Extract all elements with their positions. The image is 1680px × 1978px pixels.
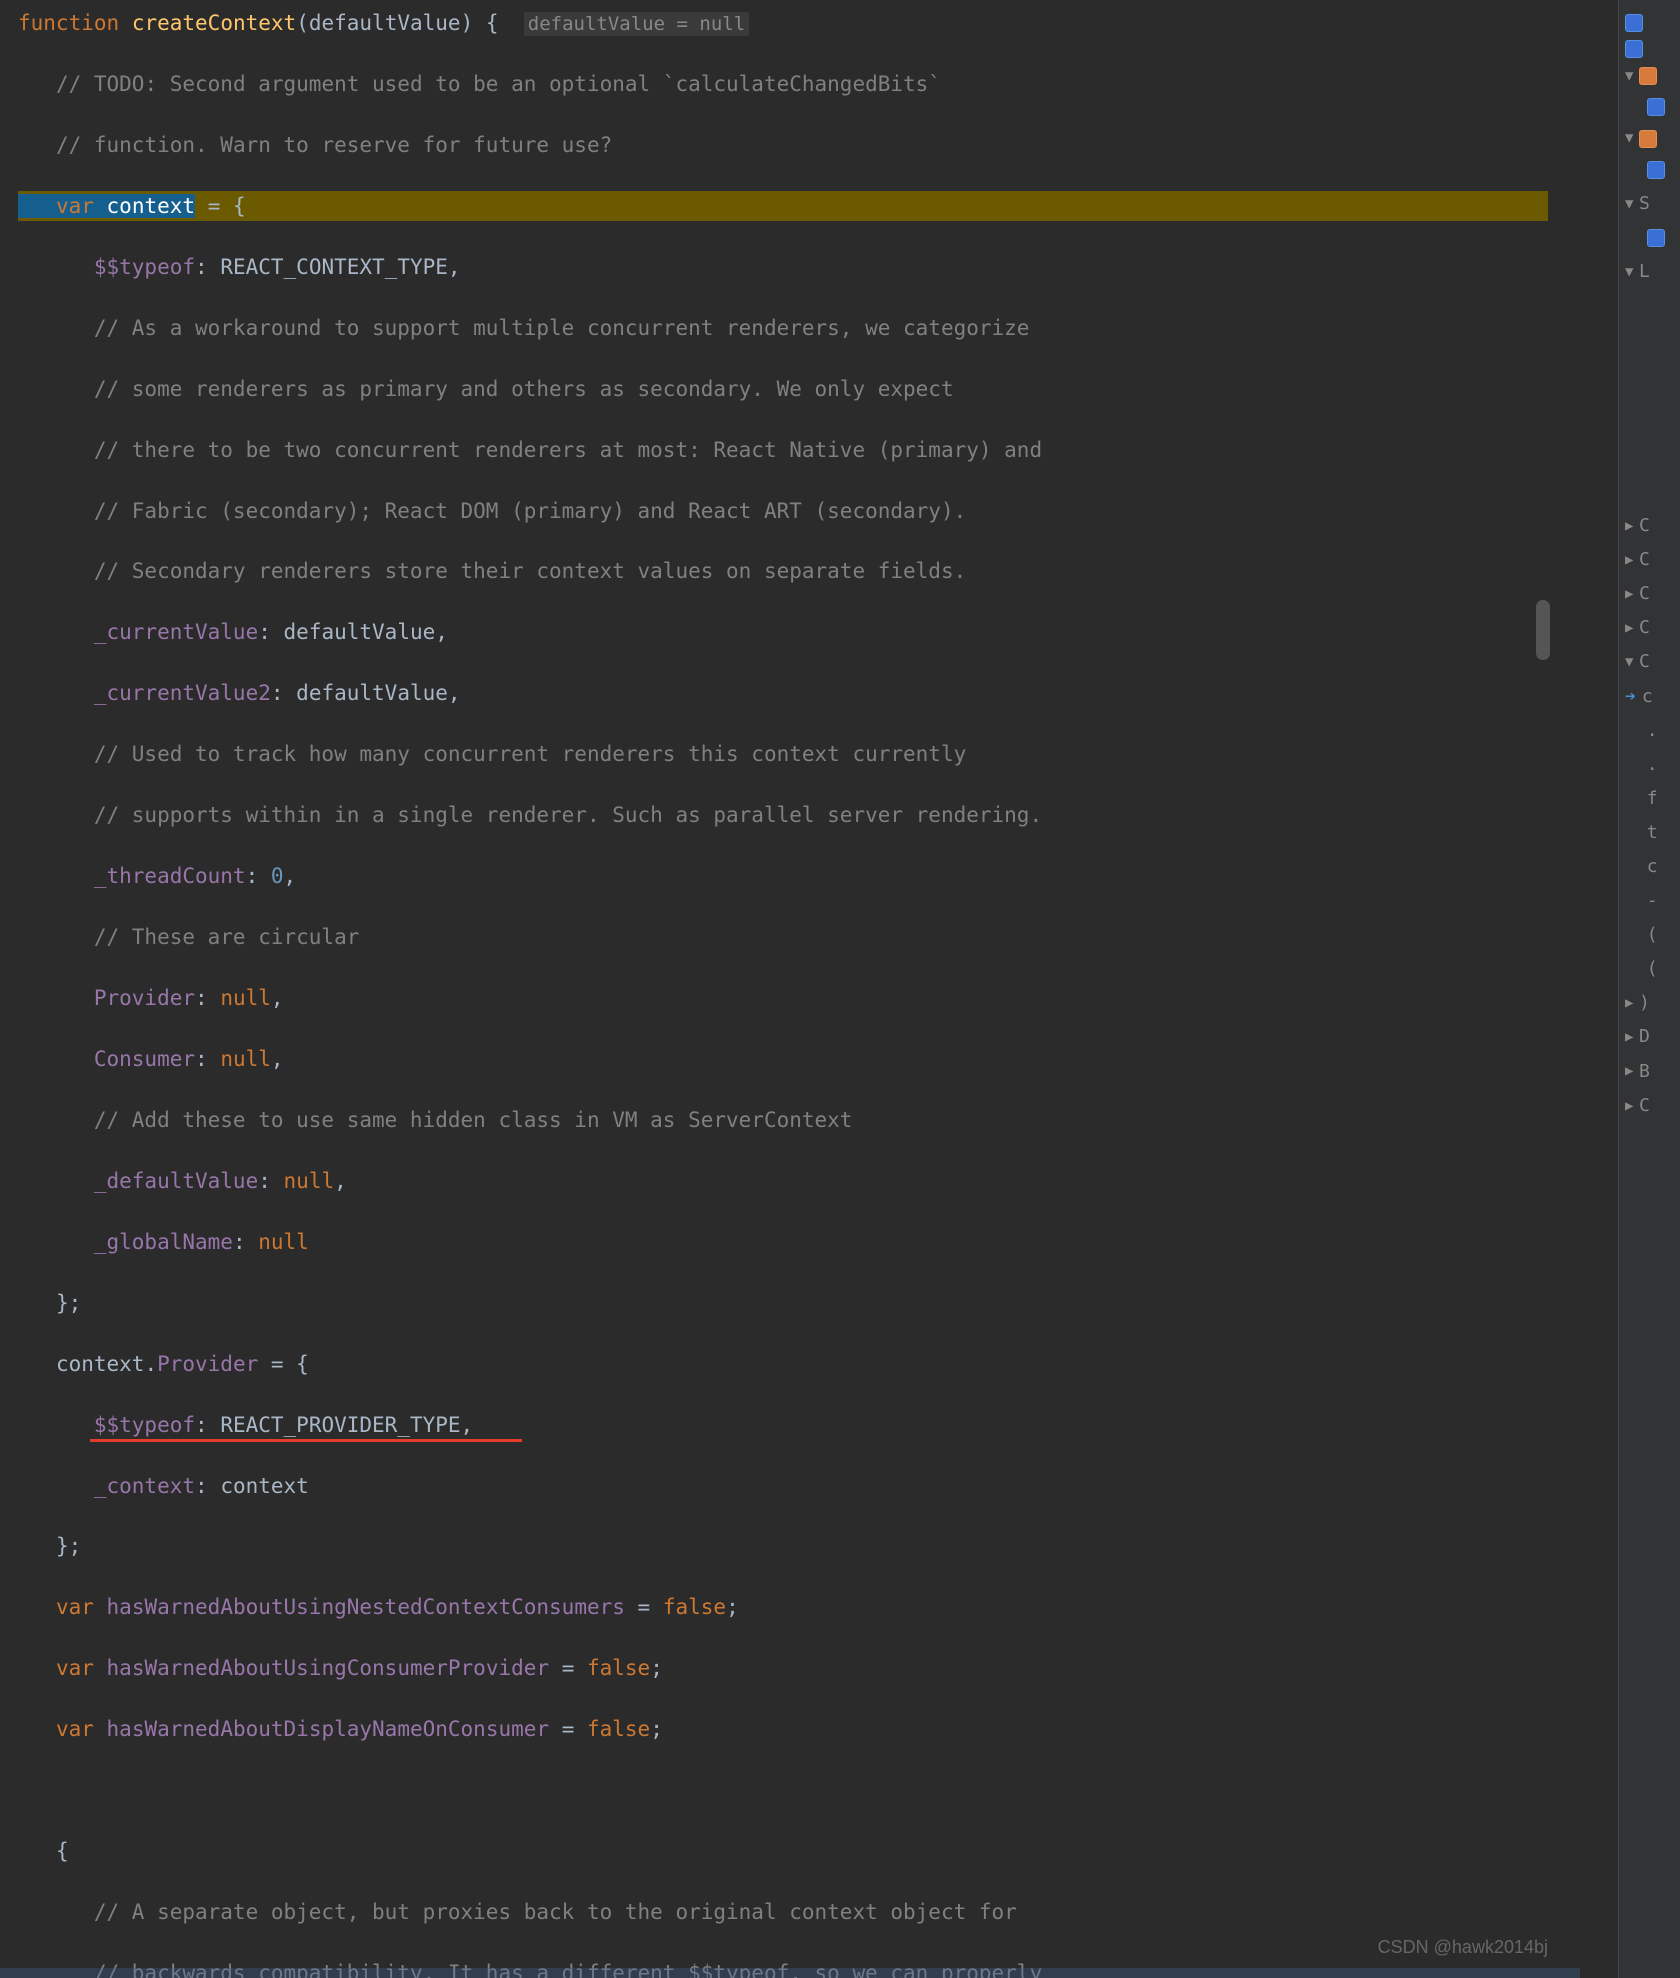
side-item[interactable]: ▶D xyxy=(1619,1020,1680,1054)
highlighted-line[interactable]: var context = { xyxy=(18,191,1548,222)
side-item[interactable]: c xyxy=(1619,850,1680,884)
side-group[interactable]: ▼ xyxy=(1619,124,1680,152)
side-item[interactable]: ▶C xyxy=(1619,611,1680,645)
code-editor[interactable]: function createContext(defaultValue) { d… xyxy=(0,0,1618,1978)
side-item[interactable]: ▶B xyxy=(1619,1055,1680,1089)
side-icon[interactable] xyxy=(1619,10,1680,36)
side-icon[interactable] xyxy=(1619,153,1680,187)
side-icon[interactable] xyxy=(1619,221,1680,255)
red-underline-annotation xyxy=(90,1439,522,1442)
side-group[interactable]: ▼S xyxy=(1619,187,1680,221)
side-icon[interactable] xyxy=(1619,90,1680,124)
side-group[interactable]: ▼ xyxy=(1619,62,1680,90)
keyword-function: function xyxy=(18,11,119,35)
side-icon[interactable] xyxy=(1619,36,1680,62)
side-item[interactable]: ( xyxy=(1619,918,1680,952)
scrollbar-thumb[interactable] xyxy=(1536,600,1550,660)
side-item[interactable]: . xyxy=(1619,714,1680,748)
side-item[interactable]: t xyxy=(1619,816,1680,850)
side-item[interactable]: ▶C xyxy=(1619,509,1680,543)
side-item[interactable]: ▶) xyxy=(1619,986,1680,1020)
structure-panel[interactable]: ▼ ▼ ▼S ▼L ▶C ▶C ▶C ▶C ▼C ➔c . . f t c - … xyxy=(1618,0,1680,1978)
side-item[interactable]: ▶C xyxy=(1619,577,1680,611)
inlay-hint: defaultValue = null xyxy=(524,12,749,36)
side-item[interactable]: ▶C xyxy=(1619,1089,1680,1123)
function-name: createContext xyxy=(132,11,296,35)
code-block: function createContext(defaultValue) { d… xyxy=(18,8,1618,1978)
side-current[interactable]: ➔c xyxy=(1619,680,1680,714)
side-group[interactable]: ▼C xyxy=(1619,645,1680,679)
side-group[interactable]: ▼L xyxy=(1619,255,1680,289)
watermark: CSDN @hawk2014bj xyxy=(1378,1934,1548,1960)
side-item[interactable]: f xyxy=(1619,782,1680,816)
side-item[interactable]: ( xyxy=(1619,952,1680,986)
side-item[interactable]: - xyxy=(1619,884,1680,918)
bottom-scrollbar[interactable] xyxy=(0,1968,1580,1978)
side-item[interactable]: ▶C xyxy=(1619,543,1680,577)
side-item[interactable]: . xyxy=(1619,748,1680,782)
